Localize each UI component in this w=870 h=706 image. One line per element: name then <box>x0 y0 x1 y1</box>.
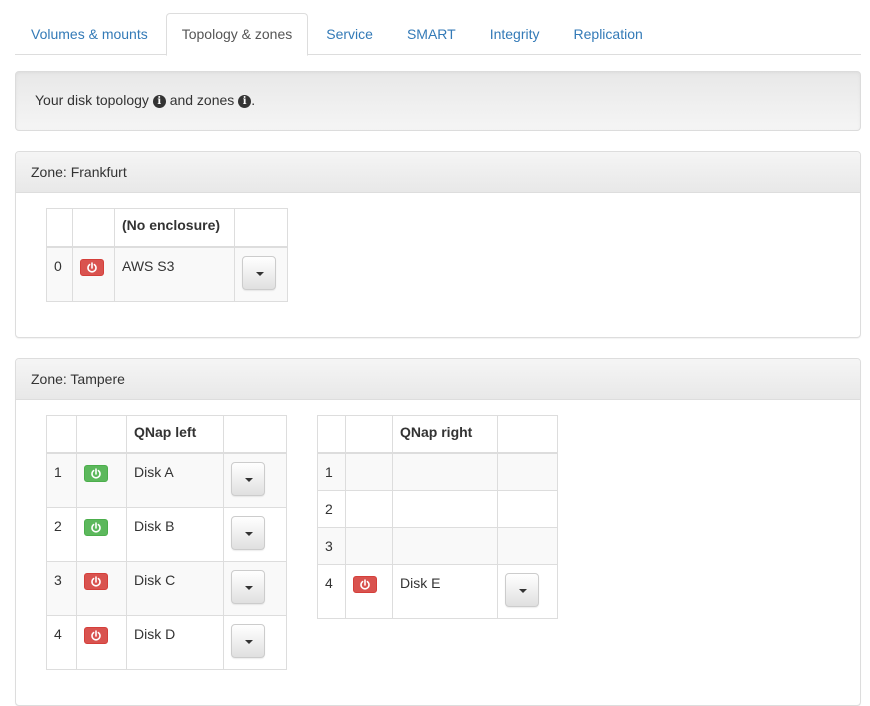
header-cell <box>498 415 558 453</box>
slot-number: 4 <box>47 616 77 670</box>
intro-text-end: . <box>251 92 255 108</box>
zones-container: Zone: Frankfurt(No enclosure)0AWS S3Zone… <box>15 151 861 706</box>
slot-number: 4 <box>318 564 346 618</box>
table-row: 1 Disk A <box>47 453 287 508</box>
disk-actions-dropdown-button[interactable] <box>231 462 265 496</box>
disk-name <box>393 527 498 564</box>
status-cell <box>346 453 393 490</box>
actions-cell <box>224 508 287 562</box>
tab-replication[interactable]: Replication <box>558 13 659 55</box>
power-icon <box>90 522 102 534</box>
disk-actions-dropdown-button[interactable] <box>505 573 539 607</box>
tab-bar: Volumes & mounts Topology & zones Servic… <box>15 13 861 55</box>
status-cell <box>346 527 393 564</box>
power-icon <box>90 630 102 642</box>
power-off-button[interactable] <box>84 573 108 590</box>
slot-number: 2 <box>318 490 346 527</box>
intro-well: Your disk topology i and zones i. <box>15 71 861 131</box>
slot-number: 3 <box>47 562 77 616</box>
zone-heading: Zone: Tampere <box>16 359 860 400</box>
table-row: 2 Disk B <box>47 508 287 562</box>
power-icon <box>86 262 98 274</box>
disk-name: Disk E <box>393 564 498 618</box>
table-row: 0 AWS S3 <box>47 247 288 302</box>
power-on-button[interactable] <box>84 465 108 482</box>
header-cell <box>346 415 393 453</box>
slot-number: 1 <box>47 453 77 508</box>
disk-name <box>393 453 498 490</box>
table-row: 2 <box>318 490 558 527</box>
table-row: 4 Disk D <box>47 616 287 670</box>
zone-body: QNap left1Disk A2Disk B3Disk C4Disk DQNa… <box>16 400 860 706</box>
status-cell <box>77 453 127 508</box>
power-off-button[interactable] <box>84 627 108 644</box>
header-cell <box>318 415 346 453</box>
intro-text: Your disk topology <box>35 92 149 108</box>
enclosure-table: QNap left 1 Disk A 2 Disk B 3 Disk C 4 Disk D <box>46 415 287 671</box>
disk-name: Disk C <box>127 562 224 616</box>
disk-name <box>393 490 498 527</box>
power-off-button[interactable] <box>80 259 104 276</box>
header-cell <box>235 209 288 247</box>
status-cell <box>77 616 127 670</box>
power-on-button[interactable] <box>84 519 108 536</box>
tab-service[interactable]: Service <box>310 13 389 55</box>
enclosure-name: (No enclosure) <box>115 209 235 247</box>
zones-info-icon[interactable]: i <box>238 95 251 108</box>
actions-cell <box>224 453 287 508</box>
status-cell <box>346 490 393 527</box>
disk-name: Disk B <box>127 508 224 562</box>
zone-heading: Zone: Frankfurt <box>16 152 860 193</box>
actions-cell <box>498 564 558 618</box>
header-cell <box>47 415 77 453</box>
table-row: 3 <box>318 527 558 564</box>
actions-cell <box>224 616 287 670</box>
header-cell <box>77 415 127 453</box>
actions-cell <box>498 527 558 564</box>
zone-panel: Zone: Frankfurt (No enclosure) 0 AWS S3 <box>15 151 861 338</box>
disk-actions-dropdown-button[interactable] <box>231 624 265 658</box>
header-cell <box>73 209 115 247</box>
disk-actions-dropdown-button[interactable] <box>231 516 265 550</box>
power-icon <box>359 579 371 591</box>
table-row: 3 Disk C <box>47 562 287 616</box>
disk-name: AWS S3 <box>115 247 235 302</box>
enclosure-table: QNap right 1234 Disk E <box>317 415 558 619</box>
tab-volumes-mounts[interactable]: Volumes & mounts <box>15 13 164 55</box>
header-cell <box>47 209 73 247</box>
topology-info-icon[interactable]: i <box>153 95 166 108</box>
actions-cell <box>498 453 558 490</box>
table-row: 4 Disk E <box>318 564 558 618</box>
disk-actions-dropdown-button[interactable] <box>242 256 276 290</box>
enclosure-table: (No enclosure) 0 AWS S3 <box>46 208 288 302</box>
disk-actions-dropdown-button[interactable] <box>231 570 265 604</box>
status-cell <box>346 564 393 618</box>
disk-name: Disk D <box>127 616 224 670</box>
actions-cell <box>498 490 558 527</box>
status-cell <box>73 247 115 302</box>
slot-number: 2 <box>47 508 77 562</box>
disk-name: Disk A <box>127 453 224 508</box>
power-icon <box>90 576 102 588</box>
header-cell <box>224 415 287 453</box>
slot-number: 1 <box>318 453 346 490</box>
enclosure-name: QNap left <box>127 415 224 453</box>
status-cell <box>77 562 127 616</box>
slot-number: 0 <box>47 247 73 302</box>
zone-body: (No enclosure) 0 AWS S3 <box>16 193 860 337</box>
actions-cell <box>235 247 288 302</box>
slot-number: 3 <box>318 527 346 564</box>
status-cell <box>77 508 127 562</box>
tab-smart[interactable]: SMART <box>391 13 472 55</box>
enclosure-name: QNap right <box>393 415 498 453</box>
intro-text-zones: and zones <box>170 92 235 108</box>
actions-cell <box>224 562 287 616</box>
tab-integrity[interactable]: Integrity <box>474 13 556 55</box>
power-icon <box>90 468 102 480</box>
tab-topology-zones[interactable]: Topology & zones <box>166 13 309 56</box>
power-off-button[interactable] <box>353 576 377 593</box>
table-row: 1 <box>318 453 558 490</box>
zone-panel: Zone: Tampere QNap left 1 Disk A 2 Disk B 3 Dis… <box>15 358 861 706</box>
